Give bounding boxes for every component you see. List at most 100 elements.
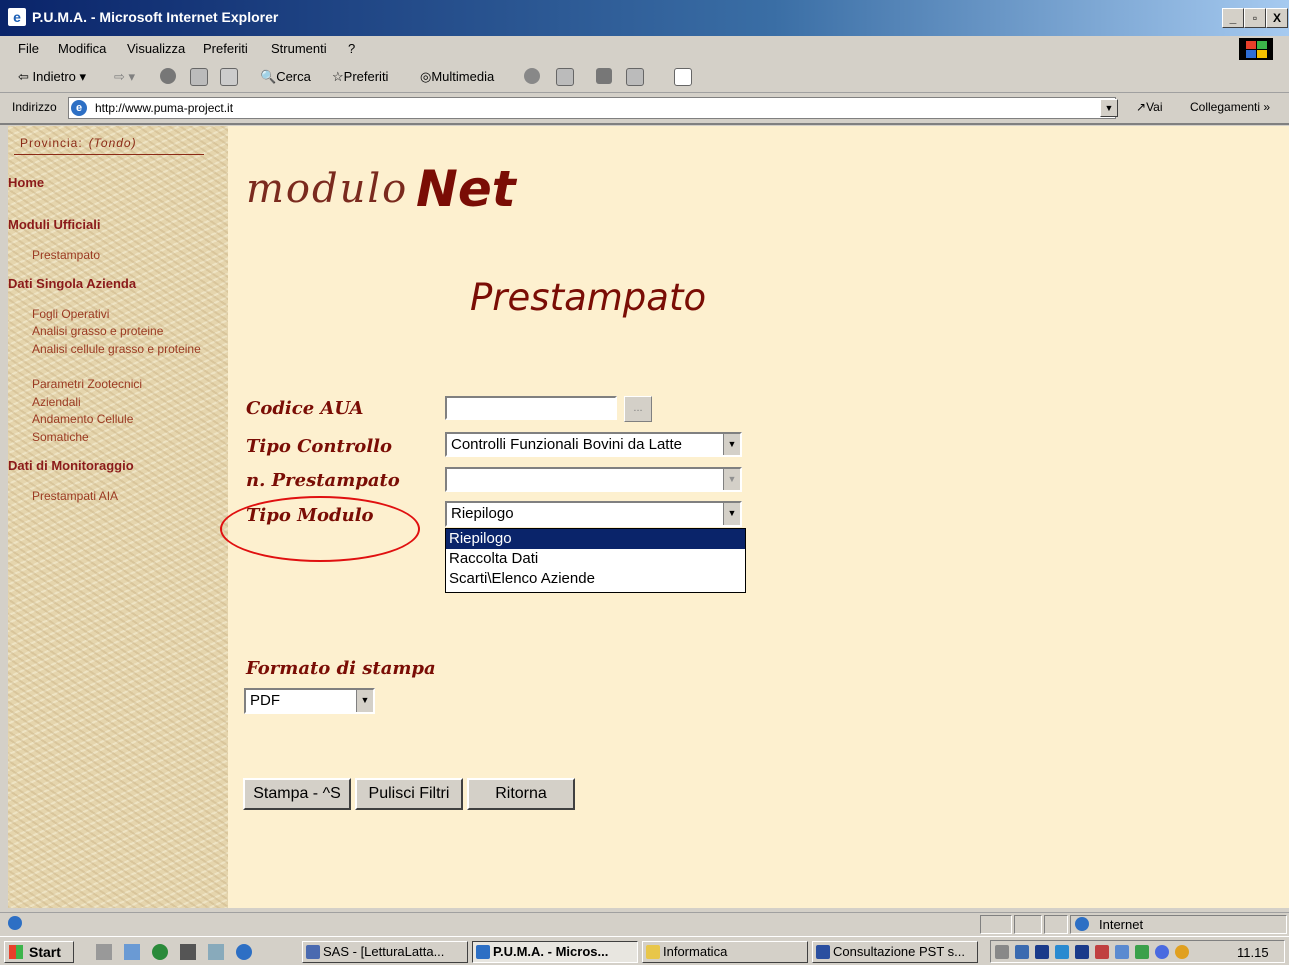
language-icon[interactable] — [1075, 945, 1089, 959]
task-puma[interactable]: P.U.M.A. - Micros... — [472, 941, 638, 963]
red-circle-annotation — [220, 496, 420, 562]
app-tray-icon[interactable] — [1095, 945, 1109, 959]
n-prestampato-select[interactable]: ▼ — [445, 467, 742, 492]
chevron-down-icon: ▼ — [723, 503, 740, 525]
sidebar-link-andamento[interactable]: Andamento Cellule Somatiche — [32, 411, 152, 446]
sidebar-link-analisi-cellule[interactable]: Analisi cellule grasso e proteine — [32, 341, 202, 359]
print-icon[interactable] — [596, 68, 612, 84]
favorites-button[interactable]: ☆Preferiti — [332, 69, 388, 85]
app-icon[interactable] — [180, 944, 196, 960]
media-player-icon[interactable] — [152, 944, 168, 960]
sidebar-link-analisi-grasso[interactable]: Analisi grasso e proteine — [32, 323, 202, 341]
stampa-button[interactable]: Stampa - ^S — [243, 778, 351, 810]
forward-button[interactable]: ⇨ ▾ — [114, 69, 135, 85]
ie-icon[interactable] — [236, 944, 252, 960]
app-tray-icon[interactable] — [1155, 945, 1169, 959]
maximize-button[interactable]: ▫ — [1244, 8, 1266, 28]
codice-aua-input[interactable] — [445, 396, 617, 420]
option-riepilogo[interactable]: Riepilogo — [446, 529, 745, 549]
discuss-icon[interactable] — [674, 68, 692, 86]
tipo-modulo-dropdown-list: Riepilogo Raccolta Dati Scarti\Elenco Az… — [445, 528, 746, 593]
app-tray-icon[interactable] — [1135, 945, 1149, 959]
sidebar-link-prestampati-aia[interactable]: Prestampati AIA — [32, 488, 202, 506]
media-label: Multimedia — [431, 69, 495, 84]
menu-bar: File Modifica Visualizza Preferiti Strum… — [0, 36, 1289, 63]
minimize-button[interactable]: _ — [1222, 8, 1244, 28]
provincia-value: (Tondo) — [88, 136, 137, 150]
title-bar: e P.U.M.A. - Microsoft Internet Explorer… — [0, 0, 1289, 36]
address-dropdown-icon[interactable]: ▼ — [1100, 99, 1118, 117]
pulisci-filtri-button[interactable]: Pulisci Filtri — [355, 778, 463, 810]
search-button[interactable]: 🔍Cerca — [260, 69, 311, 85]
menu-help[interactable]: ? — [348, 41, 355, 56]
volume-icon[interactable] — [995, 945, 1009, 959]
page-title: Prestampato — [470, 276, 707, 319]
logo-net: Net — [416, 160, 516, 218]
zone-label: Internet — [1099, 917, 1144, 932]
stop-icon[interactable] — [160, 68, 176, 84]
play-icon[interactable] — [1035, 945, 1049, 959]
task-consultazione[interactable]: Consultazione PST s... — [812, 941, 978, 963]
back-button[interactable]: ⇦ Indietro ▾ — [18, 69, 86, 85]
folder-icon — [646, 945, 660, 959]
media-button[interactable]: ◎Multimedia — [420, 69, 494, 85]
app-tray-icon[interactable] — [1115, 945, 1129, 959]
status-cell — [1044, 915, 1068, 934]
mail-icon[interactable] — [556, 68, 574, 86]
chevron-down-icon: ▼ — [723, 469, 740, 490]
start-button[interactable]: Start — [4, 941, 74, 963]
menu-preferiti[interactable]: Preferiti — [203, 41, 248, 56]
tipo-modulo-select[interactable]: Riepilogo ▼ — [445, 501, 742, 527]
menu-visualizza[interactable]: Visualizza — [127, 41, 185, 56]
formato-stampa-value: PDF — [250, 692, 280, 709]
app-tray-icon[interactable] — [1055, 945, 1069, 959]
app-icon[interactable] — [208, 944, 224, 960]
outlook-icon[interactable] — [124, 944, 140, 960]
menu-strumenti[interactable]: Strumenti — [271, 41, 327, 56]
address-label: Indirizzo — [12, 100, 57, 114]
ritorna-button[interactable]: Ritorna — [467, 778, 575, 810]
task-label: Informatica — [663, 944, 728, 959]
zone-cell: Internet — [1070, 915, 1287, 934]
sidebar-link-home[interactable]: Home — [8, 175, 44, 190]
sidebar-link-fogli[interactable]: Fogli Operativi — [32, 306, 202, 324]
menu-modifica[interactable]: Modifica — [58, 41, 106, 56]
status-bar: Internet — [0, 912, 1289, 935]
tipo-controllo-select[interactable]: Controlli Funzionali Bovini da Latte ▼ — [445, 432, 742, 457]
task-label: SAS - [LetturaLatta... — [323, 944, 445, 959]
logo-modulo: modulo — [246, 166, 409, 212]
windows-flag-icon — [1239, 38, 1273, 60]
n-prestampato-label: n. Prestampato — [246, 470, 400, 491]
app-tray-icon[interactable] — [1175, 945, 1189, 959]
close-button[interactable]: X — [1266, 8, 1288, 28]
codice-browse-button[interactable]: ... — [624, 396, 652, 422]
sidebar-link-parametri[interactable]: Parametri Zootecnici Aziendali — [32, 376, 172, 411]
task-informatica[interactable]: Informatica — [642, 941, 808, 963]
option-raccolta-dati[interactable]: Raccolta Dati — [446, 549, 745, 569]
page-status-icon — [8, 916, 22, 930]
sas-icon — [306, 945, 320, 959]
system-tray: 11.15 — [990, 940, 1285, 963]
codice-aua-label: Codice AUA — [246, 398, 364, 419]
sidebar-link-prestampato[interactable]: Prestampato — [32, 247, 202, 265]
toolbar: ⇦ Indietro ▾ ⇨ ▾ 🔍Cerca ☆Preferiti ◎Mult… — [0, 62, 1289, 93]
go-button[interactable]: ↗Vai — [1136, 100, 1163, 114]
tipo-modulo-value: Riepilogo — [451, 505, 514, 522]
globe-icon — [1075, 917, 1089, 931]
refresh-icon[interactable] — [190, 68, 208, 86]
formato-stampa-label: Formato di stampa — [246, 658, 436, 679]
clock: 11.15 — [1237, 945, 1269, 960]
menu-file[interactable]: File — [18, 41, 39, 56]
address-input[interactable]: e http://www.puma-project.it — [68, 97, 1116, 119]
task-sas[interactable]: SAS - [LetturaLatta... — [302, 941, 468, 963]
home-icon[interactable] — [220, 68, 238, 86]
network-icon[interactable] — [1015, 945, 1029, 959]
formato-stampa-select[interactable]: PDF ▼ — [244, 688, 375, 714]
links-label: Collegamenti — [1190, 100, 1261, 114]
desktop-icon[interactable] — [96, 944, 112, 960]
history-icon[interactable] — [524, 68, 540, 84]
links-button[interactable]: Collegamenti » — [1190, 100, 1270, 114]
edit-icon[interactable] — [626, 68, 644, 86]
option-scarti-elenco-aziende[interactable]: Scarti\Elenco Aziende — [446, 569, 745, 589]
provincia: Provincia: (Tondo) — [20, 136, 137, 150]
